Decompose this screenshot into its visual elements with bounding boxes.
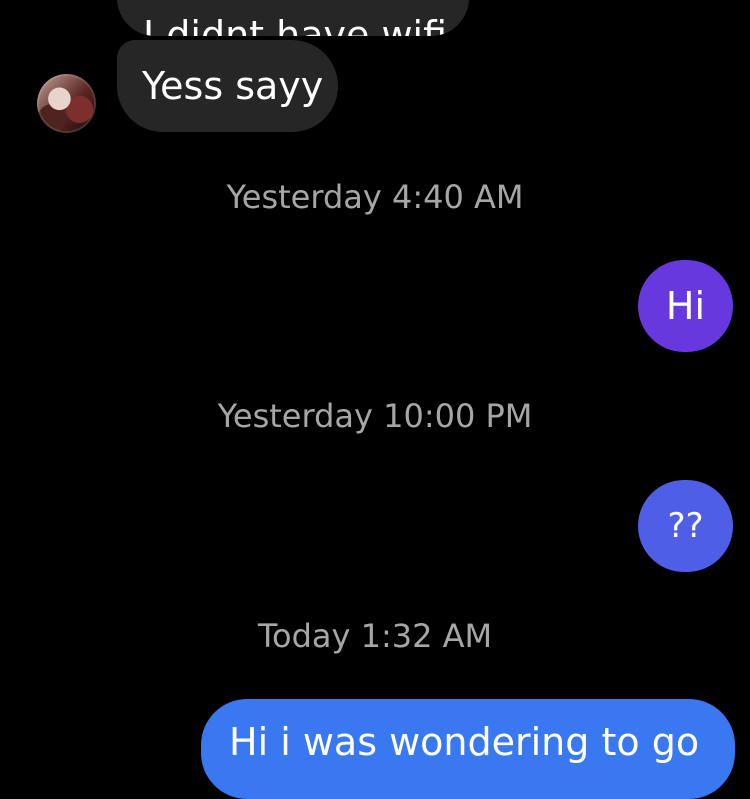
incoming-message-bubble[interactable]: Yess sayy (117, 40, 338, 132)
message-timestamp: Today 1:32 AM (257, 617, 493, 655)
message-text: Yess sayy (142, 64, 324, 108)
message-timestamp: Yesterday 10:00 PM (217, 397, 533, 435)
message-timestamp: Yesterday 4:40 AM (226, 178, 524, 216)
message-text: Hi (665, 284, 706, 328)
outgoing-message-bubble[interactable]: ?? (638, 480, 733, 572)
contact-avatar[interactable] (37, 74, 96, 133)
message-text: I didnt have wifi (143, 13, 448, 36)
message-text: ?? (667, 506, 704, 546)
outgoing-message-bubble[interactable]: Hi (638, 260, 733, 352)
incoming-message-bubble[interactable]: I didnt have wifi (117, 0, 469, 36)
message-text: Hi i was wondering to go (229, 720, 700, 764)
outgoing-message-bubble[interactable]: Hi i was wondering to go (201, 699, 735, 799)
